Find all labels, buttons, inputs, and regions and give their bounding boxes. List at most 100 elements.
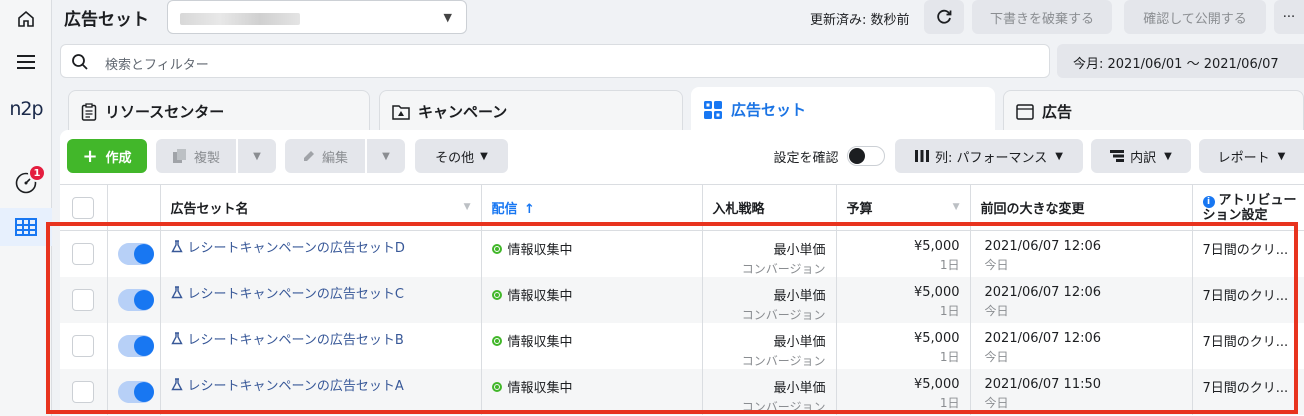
caret-down-icon: ▼ bbox=[1055, 150, 1063, 162]
bid-strategy: 最小単価 bbox=[773, 289, 826, 304]
select-all-header bbox=[60, 184, 108, 231]
review-settings-label: 設定を確認 bbox=[773, 150, 839, 166]
grid-icon bbox=[703, 100, 723, 120]
flask-icon bbox=[170, 286, 183, 299]
edit-dropdown-button[interactable]: ▼ bbox=[367, 139, 405, 173]
table-row[interactable]: レシートキャンペーンの広告セットA 情報収集中 最小単価 コンバージョン ¥5,000 1… bbox=[60, 369, 1304, 415]
budget-period: 1日 bbox=[939, 304, 960, 318]
reports-label: レポート bbox=[1217, 150, 1270, 166]
caret-down-icon: ▼ bbox=[253, 150, 261, 162]
review-settings-toggle[interactable]: 設定を確認 bbox=[764, 139, 894, 173]
discard-draft-button[interactable]: 下書きを破棄する bbox=[972, 0, 1112, 34]
budget-cell: ¥5,000 1日 bbox=[836, 230, 971, 277]
refresh-button[interactable] bbox=[924, 0, 964, 34]
budget-value: ¥5,000 bbox=[914, 331, 960, 346]
delivery-cell: 情報収集中 bbox=[481, 369, 703, 415]
tab-resource-center[interactable]: リソースセンター bbox=[68, 90, 370, 132]
ads-manager-table-button[interactable] bbox=[0, 208, 52, 246]
row-toggle-cell bbox=[107, 277, 161, 323]
bid-strategy-sub: コンバージョン bbox=[741, 308, 826, 322]
col-header-last-change[interactable]: 前回の大きな変更 bbox=[970, 184, 1193, 231]
review-publish-button[interactable]: 確認して公開する bbox=[1124, 0, 1266, 34]
row-select-cell bbox=[60, 369, 108, 415]
search-filter-bar[interactable]: 検索とフィルター bbox=[60, 44, 1050, 78]
tab-ads[interactable]: 広告 bbox=[1003, 90, 1304, 132]
on-off-toggle[interactable] bbox=[117, 381, 154, 403]
table-row[interactable]: レシートキャンペーンの広告セットC 情報収集中 最小単価 コンバージョン ¥5,000 1… bbox=[60, 277, 1304, 323]
row-checkbox[interactable] bbox=[72, 289, 95, 311]
on-off-toggle[interactable] bbox=[117, 335, 154, 357]
info-icon: i bbox=[1202, 195, 1215, 208]
ad-set-selector[interactable]: ▼ bbox=[167, 0, 467, 34]
ad-set-name-link[interactable]: レシートキャンペーンの広告セットD bbox=[170, 231, 471, 256]
last-change-time: 2021/06/07 12:06 bbox=[984, 239, 1102, 254]
tab-ad-sets[interactable]: 広告セット bbox=[691, 87, 995, 132]
bid-strategy: 最小単価 bbox=[773, 335, 826, 350]
attribution-setting: 7日間のクリ... bbox=[1202, 335, 1289, 350]
budget-cell: ¥5,000 1日 bbox=[836, 369, 971, 415]
attribution-setting: 7日間のクリ... bbox=[1202, 289, 1289, 304]
ad-set-name-link[interactable]: レシートキャンペーンの広告セットC bbox=[170, 277, 471, 302]
delivery-status: 情報収集中 bbox=[507, 381, 573, 396]
on-off-toggle[interactable] bbox=[117, 243, 154, 265]
col-header-name[interactable]: 広告セット名 ▼ bbox=[160, 184, 482, 231]
last-change-cell: 2021/06/07 12:06 今日 bbox=[970, 323, 1193, 369]
more-options-button[interactable]: ··· bbox=[1274, 0, 1304, 34]
menu-icon[interactable] bbox=[0, 50, 52, 74]
table-row[interactable]: レシートキャンペーンの広告セットB 情報収集中 最小単価 コンバージョン ¥5,000 1… bbox=[60, 323, 1304, 369]
reports-button[interactable]: レポート ▼ bbox=[1199, 139, 1304, 173]
col-header-name-label: 広告セット名 bbox=[170, 202, 249, 217]
table-header-row: 広告セット名 ▼ 配信 ↑ 入札戦略 予算 ▼ 前回の大きな変更 i アトリビュー… bbox=[60, 184, 1304, 231]
ad-set-name-link[interactable]: レシートキャンペーンの広告セットA bbox=[170, 369, 471, 394]
budget-period: 1日 bbox=[939, 258, 960, 272]
ad-set-name-link[interactable]: レシートキャンペーンの広告セットB bbox=[170, 323, 471, 348]
attribution-setting: 7日間のクリ... bbox=[1202, 381, 1289, 396]
col-header-bid-strategy[interactable]: 入札戦略 bbox=[702, 184, 837, 231]
attribution-cell: 7日間のクリ... bbox=[1192, 323, 1304, 369]
columns-label: 列: パフォーマンス bbox=[935, 150, 1048, 166]
attribution-setting: 7日間のクリ... bbox=[1202, 243, 1289, 258]
breakdown-button[interactable]: 内訳 ▼ bbox=[1091, 139, 1191, 173]
tab-campaigns[interactable]: キャンペーン bbox=[379, 90, 683, 132]
performance-gauge-button[interactable]: 1 bbox=[0, 164, 52, 196]
col-header-budget[interactable]: 予算 ▼ bbox=[836, 184, 971, 231]
row-checkbox[interactable] bbox=[72, 335, 95, 357]
other-actions-button[interactable]: その他 ▼ bbox=[415, 139, 508, 173]
budget-value: ¥5,000 bbox=[914, 285, 960, 300]
caret-down-icon: ▼ bbox=[443, 11, 452, 24]
duplicate-button[interactable]: 複製 bbox=[156, 139, 236, 173]
home-icon[interactable] bbox=[0, 6, 52, 32]
redacted-selection bbox=[180, 13, 300, 25]
columns-button[interactable]: 列: パフォーマンス ▼ bbox=[895, 139, 1083, 173]
col-header-last-change-label: 前回の大きな変更 bbox=[980, 202, 1085, 217]
bid-strategy: 最小単価 bbox=[773, 243, 826, 258]
row-checkbox[interactable] bbox=[72, 381, 95, 403]
pencil-icon bbox=[303, 151, 314, 161]
bid-strategy-sub: コンバージョン bbox=[741, 354, 826, 368]
attribution-cell: 7日間のクリ... bbox=[1192, 230, 1304, 277]
create-button[interactable]: + 作成 bbox=[67, 139, 147, 173]
bid-strategy: 最小単価 bbox=[773, 381, 826, 396]
flask-icon bbox=[170, 240, 183, 253]
select-all-checkbox[interactable] bbox=[72, 196, 95, 219]
active-status-icon bbox=[491, 335, 502, 346]
date-range-picker[interactable]: 今月: 2021/06/01 〜 2021/06/07 bbox=[1057, 44, 1304, 78]
duplicate-dropdown-button[interactable]: ▼ bbox=[238, 139, 276, 173]
left-rail: n2p 1 bbox=[0, 0, 52, 416]
on-off-toggle[interactable] bbox=[117, 289, 154, 311]
attribution-cell: 7日間のクリ... bbox=[1192, 369, 1304, 415]
active-status-icon bbox=[491, 289, 502, 300]
account-logo[interactable]: n2p bbox=[0, 96, 52, 122]
plus-icon: + bbox=[82, 145, 98, 167]
col-header-delivery-label: 配信 bbox=[491, 202, 518, 217]
folder-icon bbox=[392, 104, 410, 120]
budget-period: 1日 bbox=[939, 396, 960, 410]
col-header-delivery[interactable]: 配信 ↑ bbox=[481, 184, 703, 231]
row-checkbox[interactable] bbox=[72, 243, 95, 265]
col-header-attribution[interactable]: i アトリビューション設定 bbox=[1192, 184, 1304, 231]
edit-button[interactable]: 編集 bbox=[285, 139, 365, 173]
table-row[interactable]: レシートキャンペーンの広告セットD 情報収集中 最小単価 コンバージョン ¥5,000 1… bbox=[60, 230, 1304, 277]
active-status-icon bbox=[491, 243, 502, 254]
budget-value: ¥5,000 bbox=[914, 239, 960, 254]
ad-set-name: レシートキャンペーンの広告セットB bbox=[187, 333, 404, 348]
